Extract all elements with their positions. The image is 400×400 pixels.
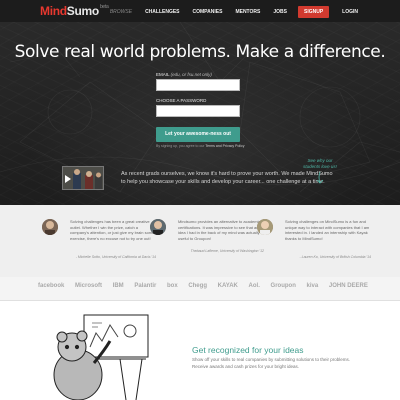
- partner-logo-groupon: Groupon: [270, 283, 296, 289]
- testimonial-author: Thebaud Lafleme, University of Washingto…: [190, 249, 264, 253]
- testimonial-author: - Michelle Sotto, University of Californ…: [75, 255, 156, 259]
- intro-video[interactable]: [62, 166, 104, 190]
- hero-headline: Solve real world problems. Make a differ…: [14, 42, 386, 62]
- partner-logo-microsoft: Microsoft: [75, 283, 102, 289]
- arrow-down-icon: [316, 171, 324, 184]
- partner-logos-bar: facebook Microsoft IBM Palantir box Cheg…: [0, 277, 400, 301]
- signup-cta-button[interactable]: Let your awesome-ness out: [156, 127, 240, 142]
- testimonial-quote: Solving challenges on MindSumo is a fun …: [285, 219, 370, 241]
- partner-logo-chegg: Chegg: [188, 283, 207, 289]
- nav-link-mentors[interactable]: Mentors: [235, 9, 260, 15]
- testimonials-section: Solving challenges has been a great crea…: [0, 205, 400, 277]
- terms-text: By signing up, you agree to our Terms an…: [156, 144, 245, 148]
- email-label: EMAIL (edu, or fsu.net only): [156, 72, 212, 77]
- partner-logo-row: facebook Microsoft IBM Palantir box Cheg…: [38, 283, 368, 289]
- partner-logo-john-deere: JOHN DEERE: [328, 283, 368, 289]
- partner-logo-aol: Aol.: [248, 283, 260, 289]
- nav-link-jobs[interactable]: Jobs: [273, 9, 287, 15]
- signup-form: EMAIL (edu, or fsu.net only) CHOOSE A PA…: [156, 72, 245, 148]
- terms-link[interactable]: Terms and Privacy Policy: [205, 144, 244, 148]
- recognition-title: Get recognized for your ideas: [192, 345, 304, 355]
- password-field[interactable]: [156, 105, 240, 117]
- nav-links: Browse Challenges Companies Mentors Jobs…: [97, 6, 358, 18]
- hero-section: Solve real world problems. Make a differ…: [0, 22, 400, 205]
- avatar: [150, 219, 166, 235]
- partner-logo-kiva: kiva: [306, 283, 319, 289]
- recognition-body: Show off your skills to real companies b…: [192, 357, 350, 369]
- recognition-section: Get recognized for your ideas Show off y…: [0, 301, 400, 400]
- signup-button[interactable]: SIGNUP: [297, 6, 330, 18]
- mascot-whiteboard-illustration: [53, 314, 149, 400]
- password-label: CHOOSE A PASSWORD: [156, 98, 207, 103]
- top-nav: MindSumobeta Browse Challenges Companies…: [0, 0, 400, 22]
- avatar: [257, 219, 273, 235]
- testimonial-quote: Mindsumo provides an alternative to acad…: [178, 219, 261, 241]
- testimonial-quote: Solving challenges has been a great crea…: [70, 219, 155, 241]
- partner-logo-kayak: KAYAK: [217, 283, 238, 289]
- login-link[interactable]: LOGIN: [342, 9, 358, 15]
- nav-browse-label: Browse: [109, 9, 133, 15]
- testimonial-author: - Lauren Ko, University of British Colum…: [299, 255, 371, 259]
- play-icon[interactable]: [65, 175, 71, 183]
- partner-logo-facebook: facebook: [38, 283, 65, 289]
- partner-logo-ibm: IBM: [112, 283, 124, 289]
- email-field[interactable]: [156, 79, 240, 91]
- avatar: [42, 219, 58, 235]
- students-love-us-note: See why our students love us!: [300, 158, 340, 185]
- nav-link-challenges[interactable]: Challenges: [145, 9, 179, 15]
- nav-link-companies[interactable]: Companies: [193, 9, 223, 15]
- partner-logo-box: box: [166, 283, 178, 289]
- partner-logo-palantir: Palantir: [134, 283, 157, 289]
